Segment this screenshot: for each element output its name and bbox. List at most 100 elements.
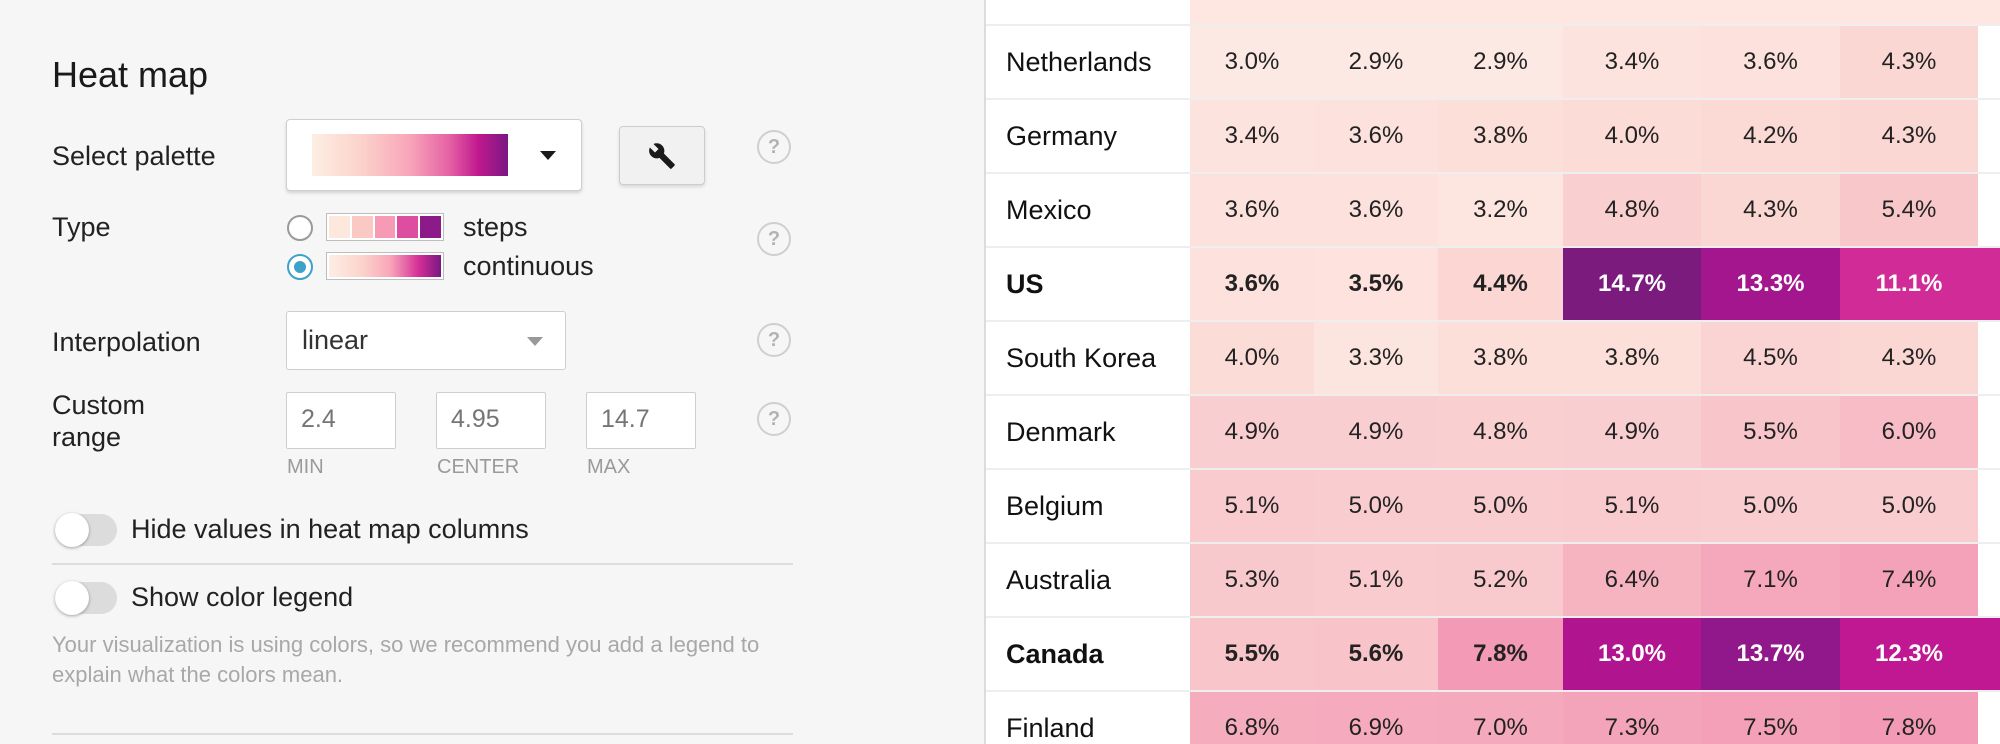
heat-cell: 5.5%	[1701, 396, 1840, 468]
range-max-input[interactable]	[601, 405, 691, 434]
show-legend-label: Show color legend	[131, 582, 354, 612]
country-label: Netherlands	[1006, 47, 1152, 77]
heat-cell: 11.1%	[1840, 248, 1978, 320]
hide-values-label: Hide values in heat map columns	[131, 514, 529, 544]
heat-cell: 2.9%	[1314, 26, 1438, 98]
settings-panel: Heat map Select palette ? Type steps con…	[0, 0, 984, 744]
heat-cell: 5.6%	[1314, 618, 1438, 690]
heat-cell: 3.6%	[1314, 174, 1438, 246]
heat-cell: 3.4%	[1190, 100, 1314, 172]
palette-gradient-preview	[312, 134, 508, 176]
range-max-field[interactable]	[586, 392, 696, 449]
type-label: Type	[52, 212, 111, 242]
wrench-icon	[649, 143, 675, 169]
heat-cell: 4.3%	[1701, 174, 1840, 246]
heat-cell: 4.0%	[1190, 322, 1314, 394]
toggle-knob	[55, 513, 89, 547]
heat-cell: 6.8%	[1190, 692, 1314, 744]
table-row-partial	[986, 0, 2000, 26]
show-legend-toggle[interactable]	[55, 581, 117, 615]
heat-cell-strip	[1190, 0, 2000, 24]
custom-range-label: Custom	[52, 390, 146, 420]
steps-radio[interactable]	[287, 215, 313, 241]
heat-cell: 4.9%	[1314, 396, 1438, 468]
divider	[52, 563, 793, 565]
help-icon[interactable]: ?	[757, 222, 791, 256]
heat-cell: 5.3%	[1190, 544, 1314, 616]
chevron-down-icon	[540, 151, 556, 160]
heat-cell: 4.3%	[1840, 322, 1978, 394]
heat-cell-edge	[1978, 248, 2000, 320]
country-label: South Korea	[1006, 343, 1157, 373]
panel-title: Heat map	[52, 54, 209, 95]
range-center-input[interactable]	[451, 405, 541, 434]
range-center-field[interactable]	[436, 392, 546, 449]
heat-cell: 4.5%	[1701, 322, 1840, 394]
heat-cell: 7.8%	[1840, 692, 1978, 744]
heat-cell: 3.0%	[1190, 26, 1314, 98]
heat-cell: 5.1%	[1314, 544, 1438, 616]
palette-dropdown[interactable]	[286, 119, 582, 191]
heat-cell: 3.4%	[1563, 26, 1701, 98]
heat-cell: 2.9%	[1438, 26, 1563, 98]
heat-cell: 12.3%	[1840, 618, 1978, 690]
country-label: Canada	[1006, 639, 1104, 669]
heat-cell: 4.4%	[1438, 248, 1563, 320]
help-icon[interactable]: ?	[757, 130, 791, 164]
heat-cell: 4.3%	[1840, 100, 1978, 172]
heat-cell: 3.2%	[1438, 174, 1563, 246]
heat-cell: 4.9%	[1190, 396, 1314, 468]
interpolation-select[interactable]: linear	[286, 311, 566, 370]
heat-cell: 4.2%	[1701, 100, 1840, 172]
heat-cell: 5.0%	[1438, 470, 1563, 542]
country-label: Belgium	[1006, 491, 1104, 521]
table-row: Finland 6.8% 6.9% 7.0% 7.3% 7.5% 7.8%	[986, 692, 2000, 744]
continuous-radio[interactable]	[287, 254, 313, 280]
table-row: Canada 5.5% 5.6% 7.8% 13.0% 13.7% 12.3%	[986, 618, 2000, 692]
help-icon[interactable]: ?	[757, 323, 791, 357]
table-row: US 3.6% 3.5% 4.4% 14.7% 13.3% 11.1%	[986, 248, 2000, 322]
help-icon[interactable]: ?	[757, 402, 791, 436]
heat-cell: 7.1%	[1701, 544, 1840, 616]
heat-cell: 5.5%	[1190, 618, 1314, 690]
country-label: Germany	[1006, 121, 1118, 151]
heat-cell: 3.8%	[1563, 322, 1701, 394]
heat-cell: 3.5%	[1314, 248, 1438, 320]
heat-cell: 7.0%	[1438, 692, 1563, 744]
heat-cell: 13.0%	[1563, 618, 1701, 690]
heat-cell: 6.4%	[1563, 544, 1701, 616]
continuous-option-label[interactable]: continuous	[463, 251, 594, 282]
center-caption: CENTER	[437, 456, 520, 478]
country-label: Denmark	[1006, 417, 1116, 447]
hide-values-toggle[interactable]	[55, 513, 117, 547]
table-row: Netherlands 3.0% 2.9% 2.9% 3.4% 3.6% 4.3%	[986, 26, 2000, 100]
heat-cell: 3.8%	[1438, 100, 1563, 172]
toggle-knob	[55, 581, 89, 615]
heat-cell: 3.8%	[1438, 322, 1563, 394]
table-row: Mexico 3.6% 3.6% 3.2% 4.8% 4.3% 5.4%	[986, 174, 2000, 248]
heat-cell: 3.6%	[1190, 248, 1314, 320]
country-label: Australia	[1006, 565, 1112, 595]
palette-settings-button[interactable]	[619, 126, 705, 185]
heat-cell: 4.3%	[1840, 26, 1978, 98]
steps-option-label[interactable]: steps	[463, 212, 528, 243]
heat-cell: 3.6%	[1190, 174, 1314, 246]
steps-swatch	[326, 213, 444, 241]
table-row: South Korea 4.0% 3.3% 3.8% 3.8% 4.5% 4.3%	[986, 322, 2000, 396]
heat-cell: 7.5%	[1701, 692, 1840, 744]
heat-cell: 6.9%	[1314, 692, 1438, 744]
range-min-field[interactable]	[286, 392, 396, 449]
max-caption: MAX	[587, 456, 631, 478]
heat-cell: 5.0%	[1840, 470, 1978, 542]
heat-cell: 13.7%	[1701, 618, 1840, 690]
continuous-swatch	[326, 252, 444, 280]
heat-cell: 5.0%	[1314, 470, 1438, 542]
select-palette-label: Select palette	[52, 141, 216, 171]
heat-cell: 3.3%	[1314, 322, 1438, 394]
heat-cell: 5.4%	[1840, 174, 1978, 246]
heat-cell: 5.1%	[1190, 470, 1314, 542]
heat-cell: 5.0%	[1701, 470, 1840, 542]
range-min-input[interactable]	[301, 405, 391, 434]
interpolation-label: Interpolation	[52, 327, 201, 357]
divider	[52, 733, 793, 735]
